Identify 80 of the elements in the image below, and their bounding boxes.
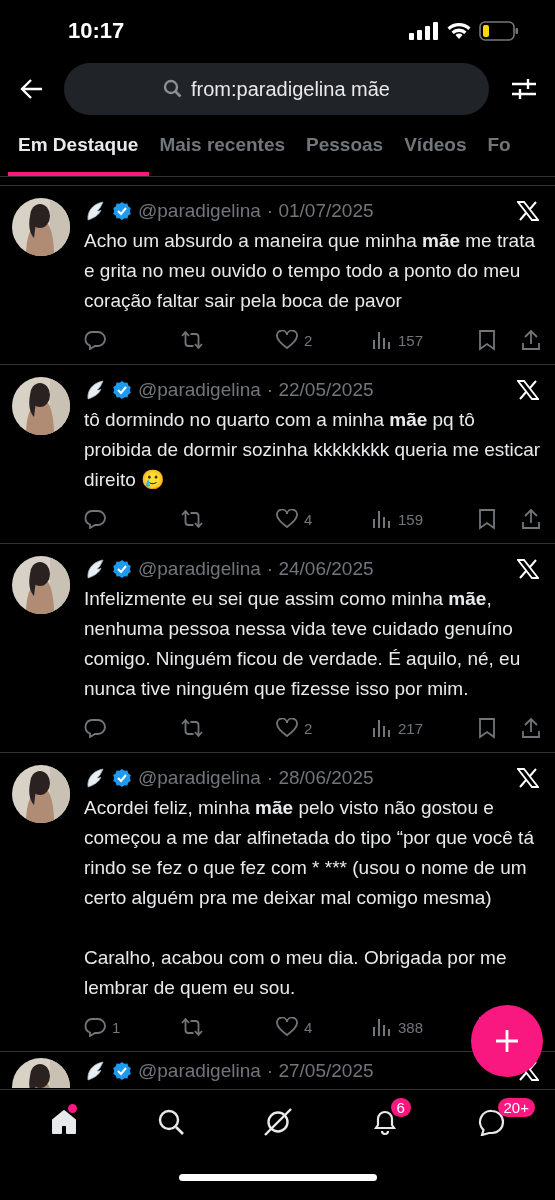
like-count: 2 [304,719,313,737]
repost-icon[interactable] [180,509,204,529]
bookmark-icon[interactable] [478,717,496,739]
views-bars-icon[interactable] [372,509,392,529]
wing-icon [84,767,106,789]
repost-icon[interactable] [180,1017,204,1037]
tab[interactable]: Fo [477,118,522,176]
tweet-text: Caralho, acabou com o meu dia. Obrigada por me lembrar de quem eu sou. [84,946,508,1000]
verified-badge-icon [112,201,132,221]
tweet-text: Acho um absurdo a maneira que minha mãe me trata e grita no meu ouvido o tempo todo a ponto do meu coração faltar sair pela boca de pavor [84,229,536,313]
tweet-date: · 24/06/2025 [266,558,374,580]
heart-icon[interactable] [276,718,298,738]
user-handle[interactable]: @paradigelina [138,1060,261,1082]
like-count: 4 [304,510,313,528]
wing-icon [84,200,106,222]
share-icon[interactable] [521,329,541,351]
x-logo-icon [517,559,539,579]
wing-icon [84,558,106,580]
share-icon[interactable] [521,717,541,739]
verified-badge-icon [112,559,132,579]
user-handle[interactable]: @paradigelina [138,200,261,222]
wing-icon [84,379,106,401]
view-count: 159 [398,510,424,528]
bookmark-icon[interactable] [478,329,496,351]
heart-icon[interactable] [276,1017,298,1037]
reply-icon[interactable] [84,509,106,529]
bookmark-icon[interactable] [478,508,496,530]
heart-icon[interactable] [276,330,298,350]
repost-icon[interactable] [180,718,204,738]
tweet-text: Infelizmente eu sei que assim como minha mãe, nenhuma pessoa nessa vida teve cuidado genuíno comigo. Ninguém ficou de verdade. É aquilo, né, eu nunca tive ninguém que fizesse isso por mim. [84,587,522,701]
tab[interactable]: Pessoas [296,118,395,176]
verified-badge-icon [112,380,132,400]
reply-icon[interactable] [84,330,106,350]
wifi-icon [447,22,471,40]
tweet-date: · 22/05/2025 [266,379,374,401]
slashed-circle-icon[interactable] [262,1107,293,1137]
like-count: 2 [304,331,313,349]
tab[interactable]: Vídeos [394,118,478,176]
tweet-text: Acordei feliz, minha mãe pelo visto não gostou e começou a me dar alfinetada do tipo “por que você tá rindo se fez o que fez com * *** (usou o nome de um certo alguém pra me deixar mal comigo mesma) [84,796,535,910]
reply-icon[interactable] [84,718,106,738]
back-arrow-icon[interactable] [20,78,44,100]
home-icon[interactable] [49,1108,78,1136]
search-icon[interactable] [156,1108,185,1136]
verified-badge-icon [112,768,132,788]
battery-icon [479,21,519,41]
view-count: 388 [398,1018,424,1036]
wing-icon [84,1060,106,1082]
search-icon [163,79,183,99]
like-count: 4 [304,1018,313,1036]
view-count: 157 [398,331,424,349]
search-field[interactable]: from:paradigelina mãe [64,63,489,115]
chat-bubble-icon[interactable] [477,1108,506,1136]
user-handle[interactable]: @paradigelina [138,558,261,580]
heart-icon[interactable] [276,509,298,529]
tweet-date: · 01/07/2025 [266,200,374,222]
x-logo-icon [517,768,539,788]
notification-count: 20+ [497,1098,535,1117]
filter-sliders-icon[interactable] [511,77,537,101]
reply-count: 1 [112,1018,121,1036]
share-icon[interactable] [521,508,541,530]
signal-icon [409,22,439,40]
tweet-date: · 27/05/2025 [266,1060,374,1082]
repost-icon[interactable] [180,330,204,350]
status-time: 10:17 [68,18,125,44]
x-logo-icon [517,201,539,221]
view-count: 217 [398,719,424,737]
views-bars-icon[interactable] [372,1017,392,1037]
reply-icon[interactable] [84,1017,106,1037]
tab[interactable]: Em Destaque [8,118,150,176]
verified-badge-icon [112,1061,132,1081]
user-handle[interactable]: @paradigelina [138,767,261,789]
tab[interactable]: Mais recentes [149,118,297,176]
plus-icon [494,1028,520,1054]
user-handle[interactable]: @paradigelina [138,379,261,401]
x-logo-icon [517,380,539,400]
views-bars-icon[interactable] [372,718,392,738]
tweet-date: · 28/06/2025 [266,767,374,789]
views-bars-icon[interactable] [372,330,392,350]
tweet-text: tô dormindo no quarto com a minha mãe pq tô proibida de dormir sozinha kkkkkkkk queria me esticar direito 🥲 [84,408,542,492]
notification-count: 6 [390,1098,411,1117]
